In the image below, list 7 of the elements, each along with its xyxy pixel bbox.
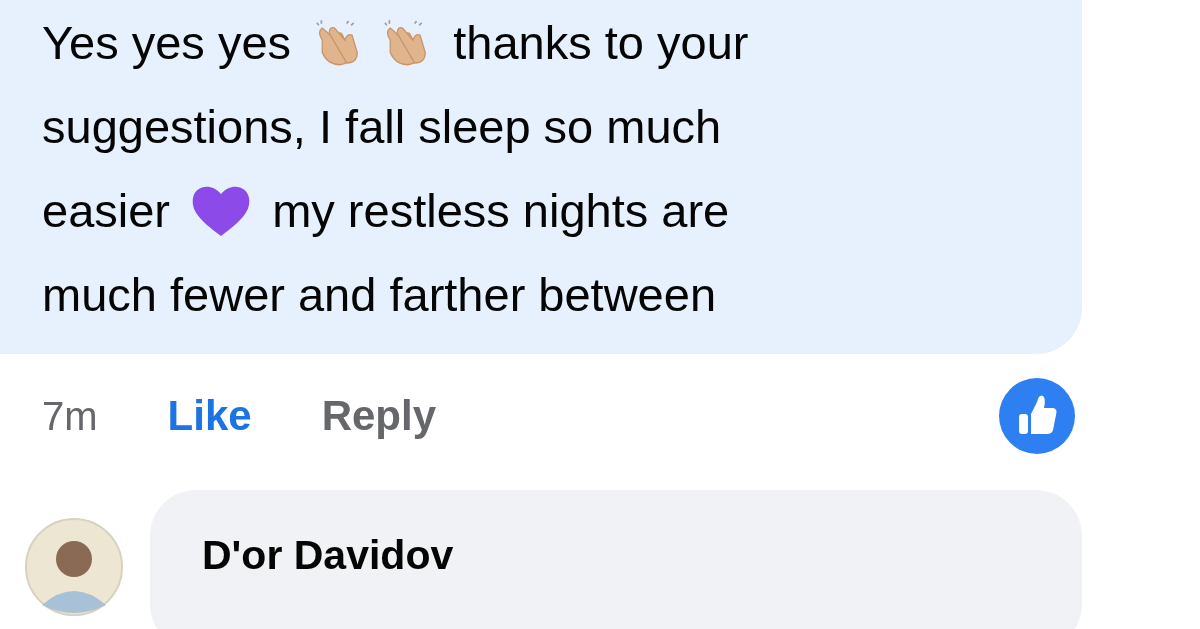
thumbs-up-icon (999, 378, 1075, 454)
avatar-icon (24, 517, 124, 617)
comment-time: 7m (42, 393, 98, 439)
reply-button[interactable]: Reply (321, 392, 436, 440)
like-button[interactable]: Like (167, 392, 252, 440)
author-name[interactable]: D'or Davidov (202, 532, 1082, 579)
comment-text: Yes yes yes thanks to your suggestions, I fall sleep so much easier my restless nights are much fewer and farther between (42, 13, 750, 323)
